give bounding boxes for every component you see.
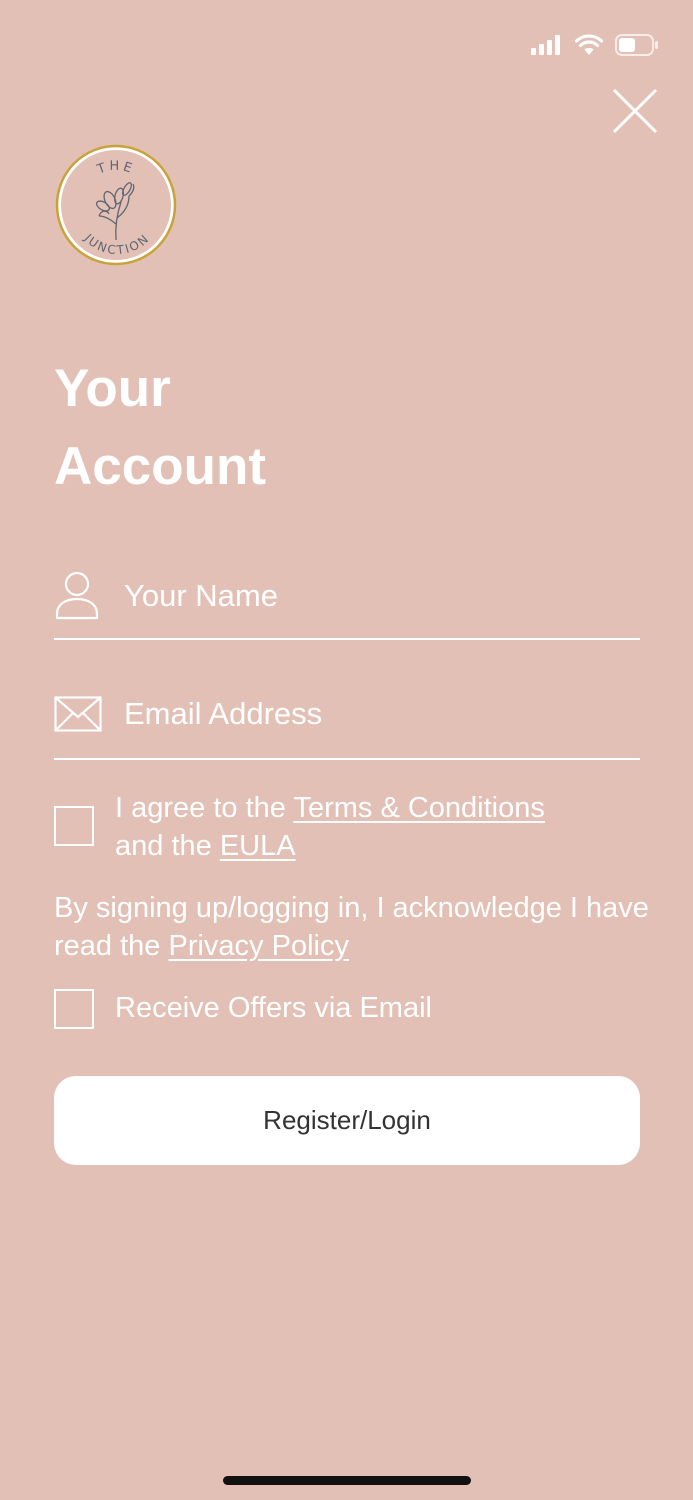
status-bar — [531, 30, 659, 60]
cellular-signal-icon — [531, 35, 563, 55]
close-button[interactable] — [610, 86, 660, 136]
terms-text-prefix: I agree to the — [115, 792, 294, 824]
page-title-line-1: Your — [54, 359, 171, 418]
person-icon — [54, 570, 100, 620]
terms-consent-text: I agree to the Terms & Conditions and th… — [115, 789, 655, 865]
privacy-policy-link[interactable]: Privacy Policy — [168, 930, 349, 962]
terms-text-middle: and the — [115, 830, 220, 862]
brand-logo: THE JUNCTION — [55, 144, 177, 266]
close-icon — [610, 86, 660, 136]
email-field — [54, 680, 640, 760]
name-input[interactable] — [124, 576, 624, 616]
register-login-button[interactable]: Register/Login — [54, 1076, 640, 1165]
page-title-line-2: Account — [54, 437, 266, 496]
wifi-icon — [575, 34, 603, 56]
envelope-icon — [54, 696, 102, 732]
battery-icon — [615, 34, 659, 56]
name-field — [54, 560, 640, 640]
offers-label: Receive Offers via Email — [115, 992, 432, 1024]
offers-checkbox[interactable] — [54, 989, 94, 1029]
page-title: Your Account — [54, 350, 554, 506]
terms-checkbox[interactable] — [54, 806, 94, 846]
privacy-notice: By signing up/logging in, I acknowledge … — [54, 889, 654, 965]
terms-conditions-link[interactable]: Terms & Conditions — [293, 792, 544, 824]
privacy-text-prefix: By signing up/logging in, I acknowledge … — [54, 892, 649, 962]
eula-link[interactable]: EULA — [220, 830, 296, 862]
home-indicator[interactable] — [223, 1476, 471, 1485]
email-input[interactable] — [124, 694, 624, 734]
